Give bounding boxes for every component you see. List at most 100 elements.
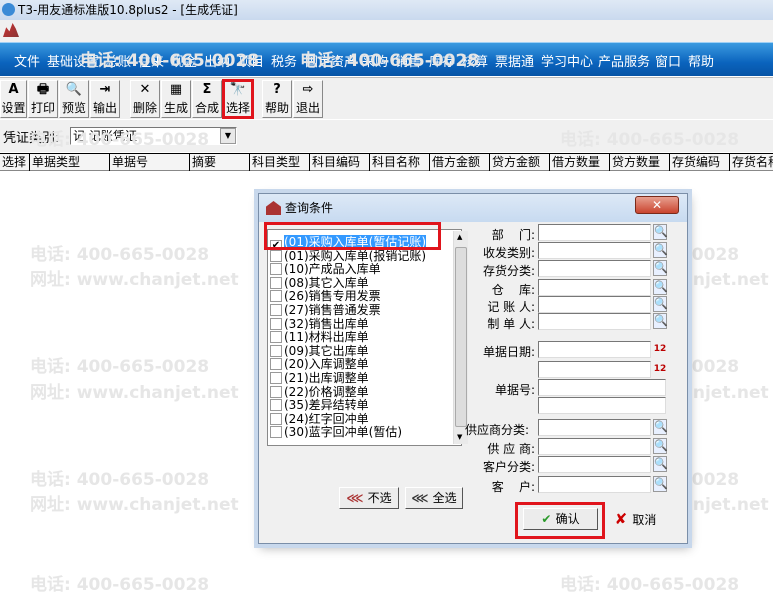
toolbar-binoculars-button[interactable]: 🔭 选择 — [222, 79, 254, 119]
cancel-button[interactable]: ✘ 取消 — [604, 508, 667, 530]
column-header[interactable]: 单据类型 — [30, 154, 110, 171]
toolbar-sum-button[interactable]: Σ 合成 — [192, 80, 222, 118]
search-icon[interactable]: 🔍 — [653, 242, 668, 258]
list-item-label: (27)销售普通发票 — [284, 303, 381, 317]
checkbox[interactable] — [270, 358, 282, 371]
toolbar-label: 帮助 — [264, 101, 289, 115]
list-item[interactable]: (08)其它入库单 — [270, 276, 369, 290]
menu-item[interactable]: 学习中心 — [541, 51, 593, 70]
menu-item[interactable]: 帮助 — [688, 51, 714, 70]
mdi-icon-row — [0, 20, 773, 42]
checkbox[interactable] — [270, 426, 282, 439]
checkbox[interactable] — [270, 344, 282, 357]
list-item[interactable]: (01)采购入库单(报销记账) — [270, 249, 426, 263]
app-icon — [2, 3, 15, 16]
list-item[interactable]: (32)销售出库单 — [270, 317, 369, 331]
column-header[interactable]: 科目名称 — [370, 154, 430, 171]
customer-input[interactable] — [538, 476, 651, 493]
column-header[interactable]: 存货名称 — [730, 154, 773, 171]
cust_class-input[interactable] — [538, 456, 651, 473]
toolbar-help-button[interactable]: ? 帮助 — [262, 80, 292, 118]
vendor-input[interactable] — [538, 438, 651, 455]
search-icon[interactable]: 🔍 — [653, 419, 668, 435]
checkbox[interactable] — [270, 331, 282, 344]
column-header[interactable]: 借方金额 — [430, 154, 490, 171]
vendor-label: 供 应 商: — [487, 442, 535, 456]
list-item[interactable]: (11)材料出库单 — [270, 330, 369, 344]
search-icon[interactable]: 🔍 — [653, 456, 668, 472]
doc_no-input[interactable] — [538, 379, 666, 396]
maker-input[interactable] — [538, 313, 651, 330]
column-header[interactable]: 单据号 — [110, 154, 190, 171]
list-item[interactable]: (10)产成品入库单 — [270, 262, 381, 276]
checkbox[interactable] — [270, 399, 282, 412]
watermark: 电话: 400-665-0028 — [30, 575, 210, 595]
checkbox[interactable] — [270, 385, 282, 398]
menu-item[interactable]: 税务 — [271, 51, 297, 70]
column-header[interactable]: 科目编码 — [310, 154, 370, 171]
deselect-all-button[interactable]: ⋘ 不选 — [339, 487, 399, 509]
range-end-input[interactable] — [538, 397, 666, 414]
menu-item[interactable]: 产品服务 — [598, 51, 650, 70]
search-icon[interactable]: 🔍 — [653, 279, 668, 295]
menu-item[interactable]: 票据通 — [495, 51, 534, 70]
calendar-icon[interactable]: 12 — [653, 341, 667, 357]
calendar-icon[interactable]: 12 — [653, 361, 667, 377]
search-icon[interactable]: 🔍 — [653, 224, 668, 240]
list-item[interactable]: (27)销售普通发票 — [270, 303, 381, 317]
bookkeeper-input[interactable] — [538, 296, 651, 313]
search-icon[interactable]: 🔍 — [653, 260, 668, 276]
checkbox[interactable] — [270, 304, 282, 316]
toolbar-preview-button[interactable]: 🔍 预览 — [59, 80, 89, 118]
checkbox[interactable] — [270, 412, 282, 425]
rd_type-input[interactable] — [538, 242, 651, 259]
list-item[interactable]: (09)其它出库单 — [270, 344, 369, 358]
list-item[interactable]: (20)入库调整单 — [270, 357, 369, 371]
column-header[interactable]: 借方数量 — [550, 154, 610, 171]
menu-item[interactable]: 窗口 — [655, 51, 681, 70]
list-item-label: (10)产成品入库单 — [284, 262, 381, 277]
checkbox[interactable] — [270, 317, 282, 330]
list-item[interactable]: (26)销售专用发票 — [270, 289, 381, 303]
search-icon[interactable]: 🔍 — [653, 296, 668, 312]
list-item-label: (22)价格调整单 — [284, 384, 369, 399]
search-icon[interactable]: 🔍 — [653, 313, 668, 329]
chevron-down-icon[interactable]: ▼ — [220, 128, 236, 144]
column-header[interactable]: 存货编码 — [670, 154, 730, 171]
column-header[interactable]: 科目类型 — [250, 154, 310, 171]
search-icon[interactable]: 🔍 — [653, 476, 668, 492]
search-icon[interactable]: 🔍 — [653, 438, 668, 454]
checkbox[interactable] — [270, 372, 282, 384]
toolbar-label: 选择 — [225, 101, 250, 115]
checkbox[interactable] — [270, 263, 282, 276]
warehouse-input[interactable] — [538, 279, 651, 296]
menu-item[interactable]: 文件 — [14, 51, 40, 70]
column-header[interactable]: 贷方数量 — [610, 154, 670, 171]
list-item[interactable]: (24)红字回冲单 — [270, 412, 369, 426]
toolbar-export-button[interactable]: ⇥ 输出 — [90, 80, 120, 118]
close-button[interactable]: ✕ — [635, 196, 679, 214]
column-header[interactable]: 选择 — [0, 154, 30, 171]
list-item[interactable]: (35)差异结转单 — [270, 398, 369, 412]
toolbar-exit-button[interactable]: ⇨ 退出 — [293, 80, 323, 118]
checkbox[interactable] — [270, 249, 282, 262]
list-item[interactable]: (30)蓝字回冲单(暂估) — [270, 425, 402, 439]
checkbox[interactable] — [270, 290, 282, 303]
column-header[interactable]: 摘要 — [190, 154, 250, 171]
toolbar-printer-button[interactable]: 🖶 打印 — [28, 80, 58, 118]
list-item[interactable]: (21)出库调整单 — [270, 371, 369, 385]
toolbar-delete-button[interactable]: ✕ 删除 — [130, 80, 160, 118]
date-label: 单据日期: — [482, 345, 535, 359]
dept-input[interactable] — [538, 224, 651, 241]
column-header[interactable]: 贷方金额 — [490, 154, 550, 171]
list-item[interactable]: (22)价格调整单 — [270, 385, 369, 399]
vendor_class-input[interactable] — [538, 419, 651, 436]
toolbar-setup-button[interactable]: A 设置 — [0, 80, 27, 118]
date-input[interactable] — [538, 341, 651, 358]
inv_class-input[interactable] — [538, 260, 651, 277]
watermark: 电话: 400-665-0028 — [30, 470, 210, 490]
checkbox[interactable] — [270, 276, 282, 289]
toolbar-generate-button[interactable]: ▦ 生成 — [161, 80, 191, 118]
document-type-list[interactable]: ✔ (01)采购入库单(暂估记账) (01)采购入库单(报销记账) (10)产成品入库… — [267, 229, 468, 446]
range-end-input[interactable] — [538, 361, 651, 378]
